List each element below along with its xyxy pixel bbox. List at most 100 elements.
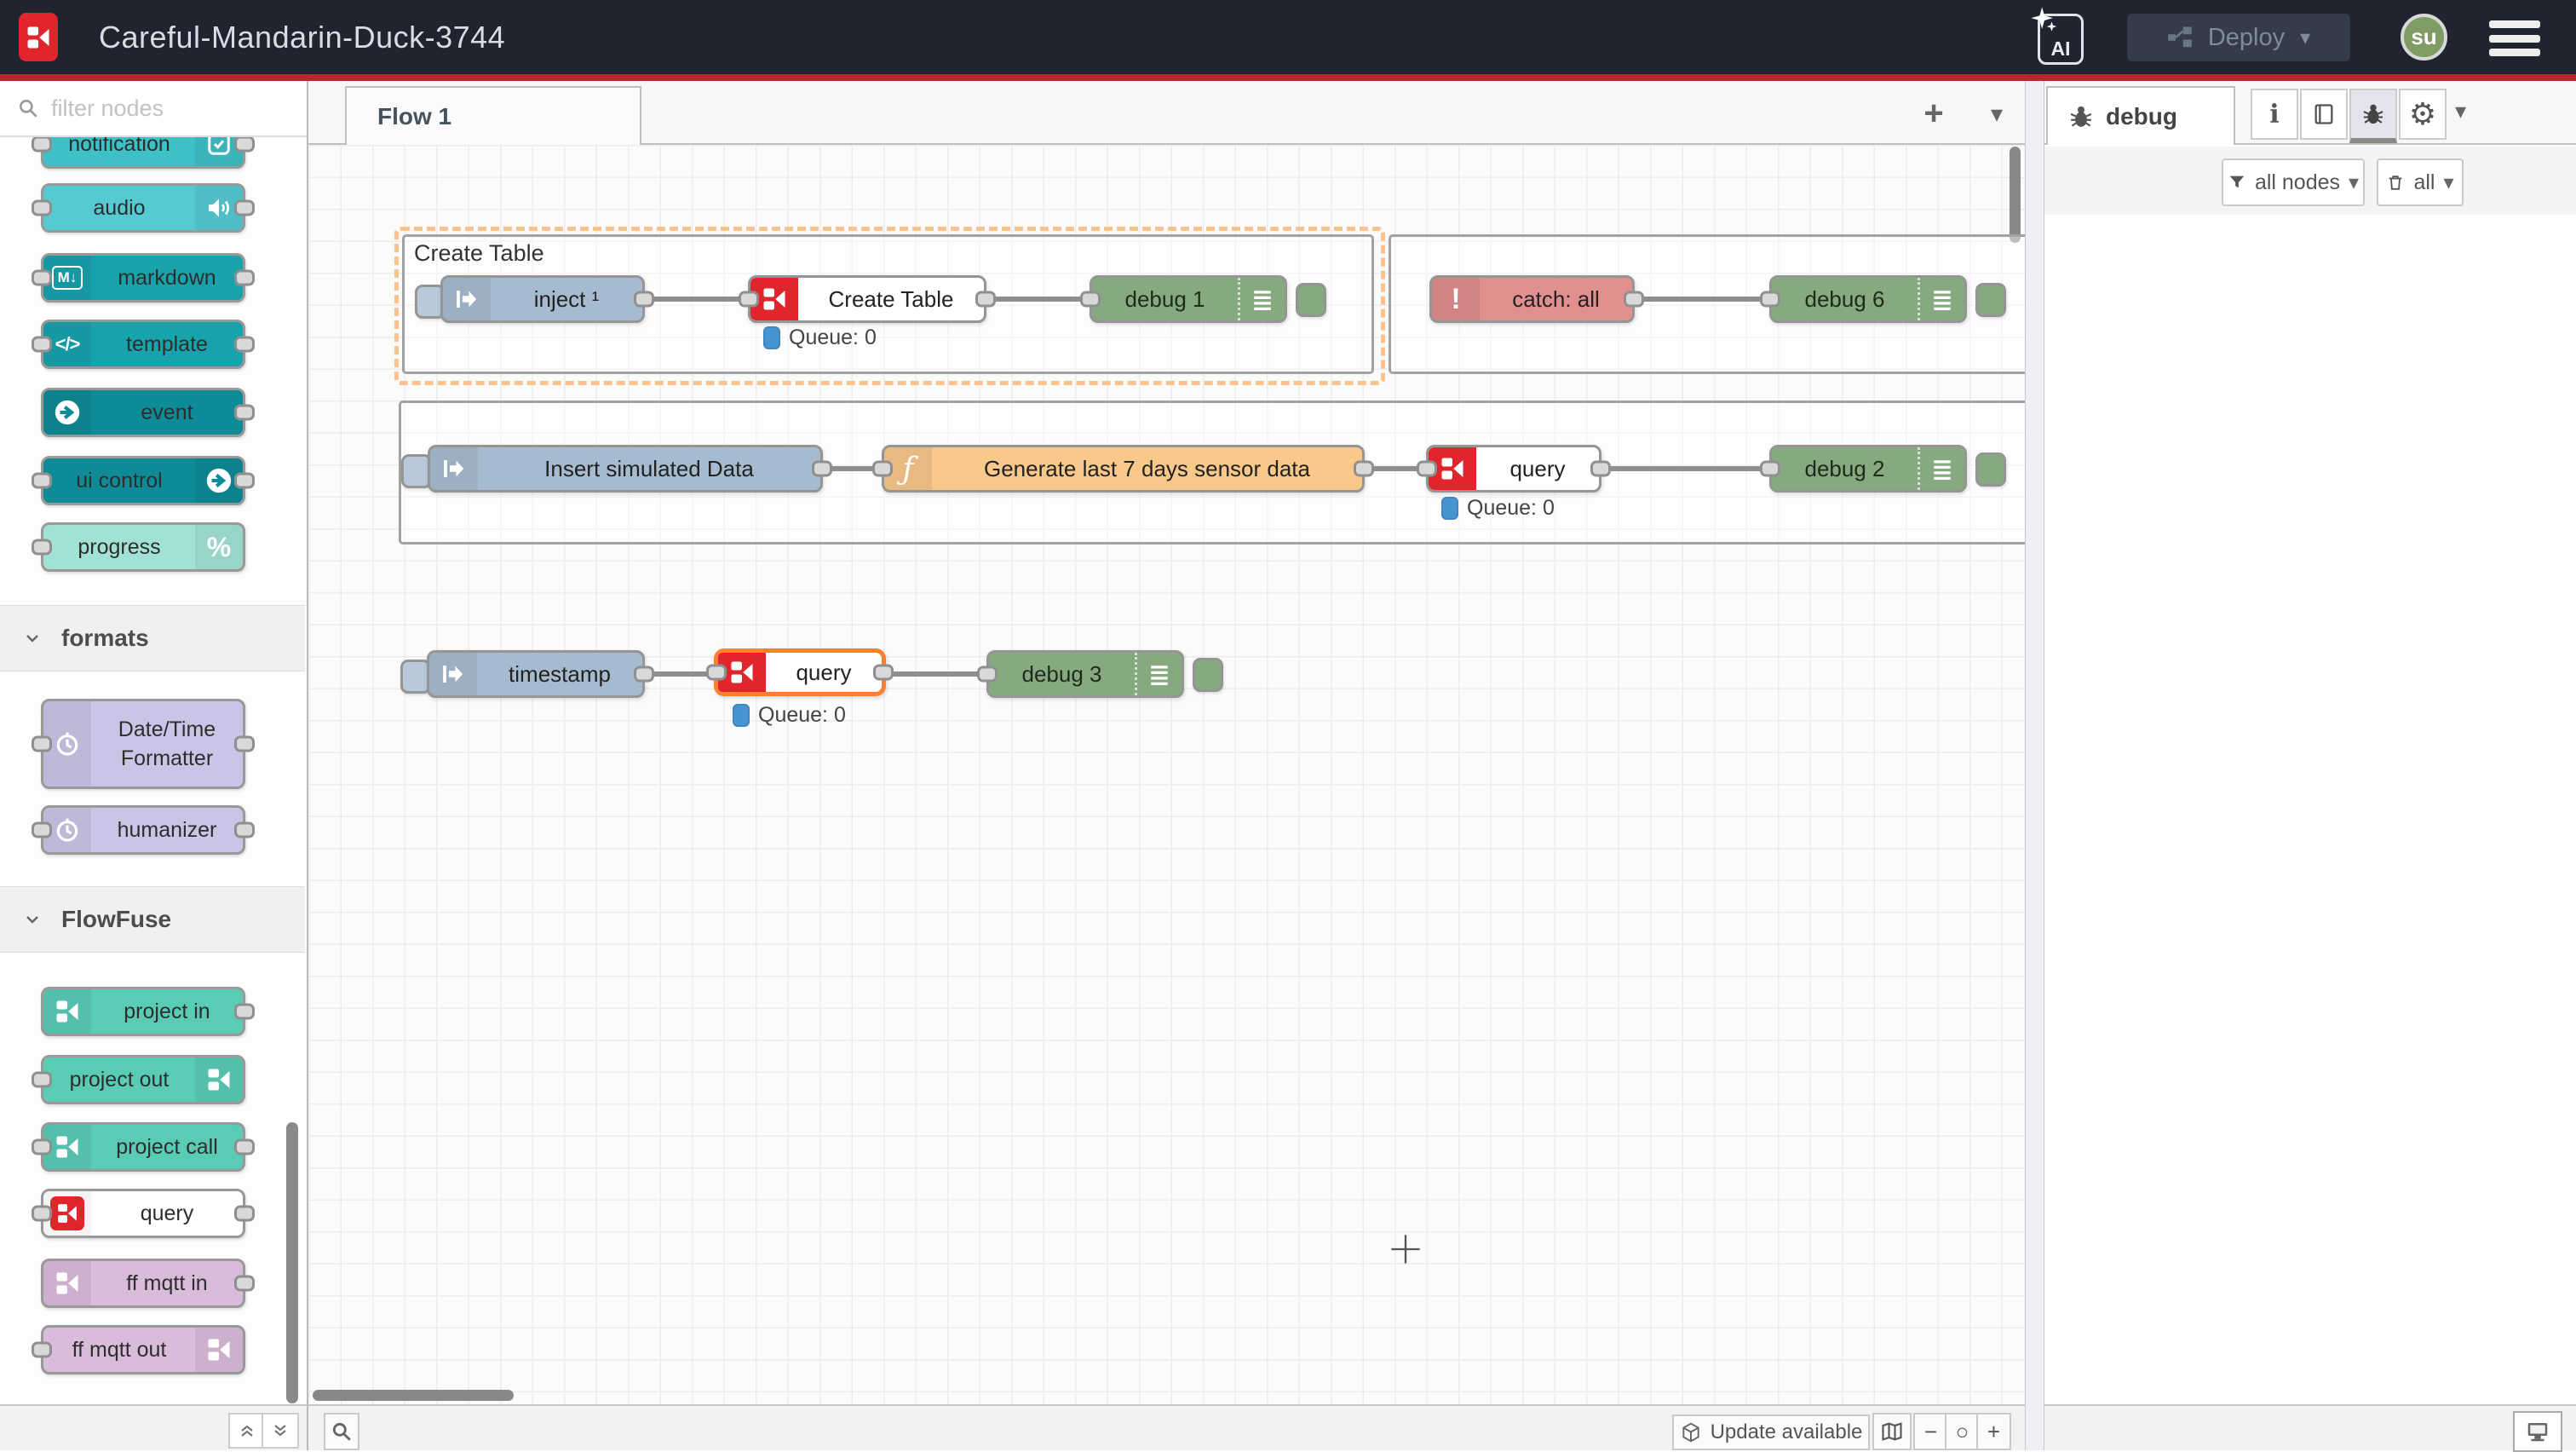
main-menu-button[interactable]	[2489, 20, 2540, 56]
output-port[interactable]	[234, 1004, 255, 1020]
output-port[interactable]	[975, 291, 996, 308]
palette-node-ff-mqtt-in[interactable]: ff mqtt in	[41, 1259, 245, 1308]
sidebar-splitter[interactable]	[2025, 81, 2044, 1450]
canvas-search-button[interactable]	[324, 1413, 359, 1450]
input-port[interactable]	[1080, 291, 1101, 308]
palette-node-project-out[interactable]: project out	[41, 1055, 245, 1104]
debug-filter-button[interactable]: all nodes ▾	[2222, 158, 2365, 206]
output-port[interactable]	[234, 736, 255, 752]
info-tab-button[interactable]: i	[2251, 89, 2298, 140]
palette-node-humanizer[interactable]: humanizer	[41, 805, 245, 855]
input-port[interactable]	[32, 1139, 52, 1155]
palette-node-audio[interactable]: audio	[41, 183, 245, 233]
palette-expand-button[interactable]	[262, 1413, 299, 1449]
debug-toggle-button[interactable]	[1296, 283, 1326, 317]
input-port[interactable]	[32, 137, 52, 153]
canvas-horizontal-scrollbar[interactable]	[313, 1390, 514, 1401]
update-available-button[interactable]: Update available	[1672, 1415, 1870, 1450]
palette-search[interactable]	[0, 81, 307, 137]
debug-toggle-button[interactable]	[1193, 658, 1223, 692]
debug-toggle-button[interactable]	[1975, 452, 2006, 487]
canvas-vertical-scrollbar[interactable]	[2010, 147, 2021, 243]
input-port[interactable]	[32, 1072, 52, 1088]
sidebar-menu-caret-icon[interactable]: ▾	[2455, 98, 2466, 124]
output-port[interactable]	[234, 270, 255, 286]
palette-section-flowfuse[interactable]: FlowFuse	[0, 886, 305, 953]
node-generate-function[interactable]: ƒ Generate last 7 days sensor data	[882, 445, 1365, 493]
zoom-reset-button[interactable]: ○	[1945, 1413, 1980, 1450]
wire[interactable]	[1601, 466, 1773, 471]
palette-node-markdown[interactable]: M↓ markdown	[41, 253, 245, 302]
output-port[interactable]	[234, 137, 255, 153]
output-port[interactable]	[634, 666, 654, 683]
input-port[interactable]	[32, 736, 52, 752]
output-port[interactable]	[634, 291, 654, 308]
palette-node-ff-mqtt-out[interactable]: ff mqtt out	[41, 1325, 245, 1374]
output-port[interactable]	[1590, 461, 1611, 477]
palette-node-template[interactable]: </> template	[41, 320, 245, 369]
navigator-button[interactable]	[1872, 1413, 1912, 1450]
help-tab-button[interactable]	[2300, 89, 2348, 140]
input-port[interactable]	[1760, 291, 1780, 308]
node-debug1[interactable]: debug 1	[1090, 275, 1287, 323]
tab-flow-1[interactable]: Flow 1	[345, 86, 641, 145]
output-port[interactable]	[234, 337, 255, 353]
palette-node-datetime-formatter[interactable]: Date/Time Formatter	[41, 699, 245, 789]
ai-assistant-button[interactable]: AI	[2038, 14, 2084, 65]
input-port[interactable]	[32, 337, 52, 353]
palette-node-project-call[interactable]: project call	[41, 1122, 245, 1172]
output-port[interactable]	[234, 822, 255, 838]
node-create-table[interactable]: Create Table	[748, 275, 986, 323]
wire[interactable]	[645, 297, 751, 302]
debug-clear-button[interactable]: all ▾	[2377, 158, 2464, 206]
node-catch-all[interactable]: ! catch: all	[1429, 275, 1635, 323]
palette-collapse-button[interactable]	[228, 1413, 266, 1449]
output-port[interactable]	[234, 1139, 255, 1155]
node-debug2[interactable]: debug 2	[1769, 445, 1967, 493]
palette-node-event[interactable]: event	[41, 388, 245, 437]
input-port[interactable]	[32, 200, 52, 216]
wire[interactable]	[1635, 297, 1773, 302]
output-port[interactable]	[234, 200, 255, 216]
node-query-mid[interactable]: query	[1426, 445, 1601, 493]
node-debug3[interactable]: debug 3	[986, 650, 1184, 698]
node-query-selected[interactable]: query	[714, 648, 886, 696]
input-port[interactable]	[739, 291, 759, 308]
input-port[interactable]	[32, 539, 52, 556]
palette-filter-input[interactable]	[49, 95, 274, 123]
wire[interactable]	[886, 671, 990, 677]
input-port[interactable]	[872, 461, 893, 477]
deploy-button[interactable]: Deploy ▾	[2127, 14, 2350, 61]
zoom-in-button[interactable]: +	[1976, 1413, 2011, 1450]
config-tab-button[interactable]: ⚙	[2399, 89, 2447, 140]
palette-node-progress[interactable]: progress %	[41, 522, 245, 572]
input-port[interactable]	[32, 473, 52, 489]
wire[interactable]	[986, 297, 1093, 302]
output-port[interactable]	[234, 473, 255, 489]
add-flow-button[interactable]: +	[1913, 93, 1954, 134]
node-debug6[interactable]: debug 6	[1769, 275, 1967, 323]
palette-scroll-area[interactable]: notification audio M↓ markdown </> templ…	[0, 137, 307, 1404]
flow-list-caret-icon[interactable]: ▾	[1978, 93, 2015, 134]
tab-debug[interactable]: debug	[2046, 86, 2235, 145]
output-port[interactable]	[1354, 461, 1374, 477]
output-port[interactable]	[873, 665, 894, 681]
palette-scrollbar[interactable]	[286, 1122, 298, 1403]
input-port[interactable]	[32, 1342, 52, 1358]
debug-tab-button[interactable]	[2349, 89, 2397, 143]
open-dashboard-button[interactable]	[2513, 1411, 2562, 1452]
deploy-caret-icon[interactable]: ▾	[2300, 26, 2310, 50]
palette-node-project-in[interactable]: project in	[41, 987, 245, 1036]
input-port[interactable]	[1417, 461, 1437, 477]
palette-node-notification[interactable]: notification	[41, 137, 245, 169]
debug-toggle-button[interactable]	[1975, 283, 2006, 317]
node-insert-simulated-data[interactable]: Insert simulated Data	[428, 445, 823, 493]
zoom-out-button[interactable]: −	[1913, 1413, 1948, 1450]
input-port[interactable]	[32, 270, 52, 286]
input-port[interactable]	[706, 665, 727, 681]
output-port[interactable]	[1624, 291, 1644, 308]
node-timestamp[interactable]: timestamp	[427, 650, 645, 698]
output-port[interactable]	[812, 461, 832, 477]
input-port[interactable]	[977, 666, 998, 683]
output-port[interactable]	[234, 1206, 255, 1222]
